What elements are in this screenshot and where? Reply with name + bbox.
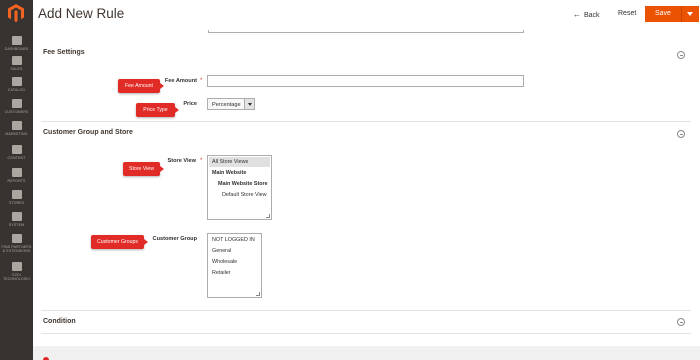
sidebar-item-stores[interactable]: Stores [0, 190, 33, 205]
megaphone-icon [11, 121, 22, 130]
section-title-condition[interactable]: Condition [43, 318, 76, 325]
price-type-label: Price [183, 101, 197, 107]
option-all-store-views[interactable]: All Store Views [209, 157, 270, 167]
save-button-label: Save [655, 10, 671, 17]
chevron-down-icon[interactable] [687, 12, 693, 16]
sidebar-item-catalog[interactable]: Catalog [0, 77, 33, 92]
sidebar-item-label: Customers [4, 110, 29, 114]
sidebar-item-label: Ezdi Technoloski [3, 273, 30, 282]
sidebar-item-label: Find Partners & Extensions [1, 245, 32, 254]
back-button[interactable]: ← Back [573, 10, 600, 19]
customer-group-label: Customer Group [152, 236, 197, 242]
option-general[interactable]: General [209, 246, 231, 256]
sidebar-item-customers[interactable]: Customers [0, 99, 33, 114]
page-title: Add New Rule [38, 6, 125, 21]
save-button[interactable]: Save [645, 6, 699, 22]
sidebar-item-label: Catalog [7, 88, 26, 92]
sidebar-item-label: System [8, 223, 25, 227]
customer-group-multiselect[interactable]: NOT LOGGED IN General Wholesale Retailer [207, 233, 262, 298]
collapse-toggle-icon[interactable] [677, 318, 685, 326]
sidebar-item-system[interactable]: System [0, 212, 33, 227]
next-section-strip [33, 346, 700, 360]
option-not-logged-in[interactable]: NOT LOGGED IN [209, 235, 255, 245]
section-divider [41, 310, 691, 311]
store-view-multiselect[interactable]: All Store Views Main Website Main Websit… [207, 155, 272, 220]
sidebar-item-label: Stores [8, 201, 25, 205]
magento-logo-icon[interactable] [8, 4, 24, 22]
option-wholesale[interactable]: Wholesale [209, 257, 237, 267]
admin-sidebar: Dashboard Sales Catalog Customers Market… [0, 0, 33, 360]
dashboard-icon [11, 36, 22, 45]
price-type-tooltip: Price Type [136, 103, 179, 117]
sidebar-item-content[interactable]: Content [0, 145, 33, 160]
gear-icon [11, 212, 22, 221]
chevron-down-icon [244, 99, 254, 109]
option-default-store-view[interactable]: Default Store View [209, 190, 267, 200]
sidebar-item-dashboard[interactable]: Dashboard [0, 36, 33, 51]
sidebar-item-account[interactable]: Ezdi Technoloski [0, 262, 33, 281]
sidebar-item-reports[interactable]: Reports [0, 168, 33, 183]
select-value: Percentage [212, 101, 241, 108]
store-view-tooltip: Store View [123, 162, 164, 176]
customer-groups-tooltip: Customer Groups [91, 235, 148, 249]
section-title-fee-settings[interactable]: Fee Settings [43, 49, 85, 56]
option-main-website-store[interactable]: Main Website Store [209, 179, 268, 189]
section-divider [41, 333, 691, 334]
tooltip-text: Store View [129, 166, 154, 172]
resize-handle-icon[interactable] [266, 214, 270, 218]
sidebar-item-label: Sales [10, 67, 23, 71]
page-header: Add New Rule ← Back Reset Save [33, 0, 700, 30]
tooltip-text: Price Type [143, 107, 168, 113]
main-content: Fee Settings Fee Amount Fee Amount * Pri… [33, 30, 700, 346]
sidebar-item-partners[interactable]: Find Partners & Extensions [0, 234, 33, 253]
sidebar-item-marketing[interactable]: Marketing [0, 121, 33, 136]
previous-field-stub [208, 30, 524, 33]
sidebar-item-label: Marketing [5, 132, 28, 136]
store-icon [11, 190, 22, 199]
fee-amount-input[interactable] [207, 75, 524, 87]
sidebar-item-sales[interactable]: Sales [0, 56, 33, 71]
option-retailer[interactable]: Retailer [209, 268, 231, 278]
user-circle-icon [11, 262, 22, 271]
bar-chart-icon [11, 168, 22, 177]
sidebar-item-label: Dashboard [4, 47, 29, 51]
back-button-label: Back [584, 12, 600, 19]
required-asterisk: * [200, 158, 203, 164]
dollar-icon [11, 56, 22, 65]
sidebar-item-label: Reports [7, 179, 26, 183]
layout-icon [11, 145, 22, 154]
user-icon [11, 99, 22, 108]
collapse-toggle-icon[interactable] [677, 51, 685, 59]
tooltip-text: Customer Groups [97, 239, 138, 245]
arrow-left-icon: ← [573, 10, 581, 19]
puzzle-icon [11, 234, 22, 243]
resize-handle-icon[interactable] [256, 292, 260, 296]
required-asterisk: * [200, 78, 203, 84]
reset-button[interactable]: Reset [618, 10, 636, 17]
sidebar-item-label: Content [7, 156, 26, 160]
section-divider [41, 121, 691, 122]
store-view-label: Store View [167, 158, 197, 164]
price-type-select[interactable]: Percentage [207, 98, 255, 110]
box-icon [11, 77, 22, 86]
split-divider [681, 6, 682, 22]
section-title-customer-group-store[interactable]: Customer Group and Store [43, 129, 133, 136]
collapse-toggle-icon[interactable] [677, 130, 685, 138]
fee-amount-label: Fee Amount [164, 78, 197, 84]
option-main-website[interactable]: Main Website [209, 168, 246, 178]
